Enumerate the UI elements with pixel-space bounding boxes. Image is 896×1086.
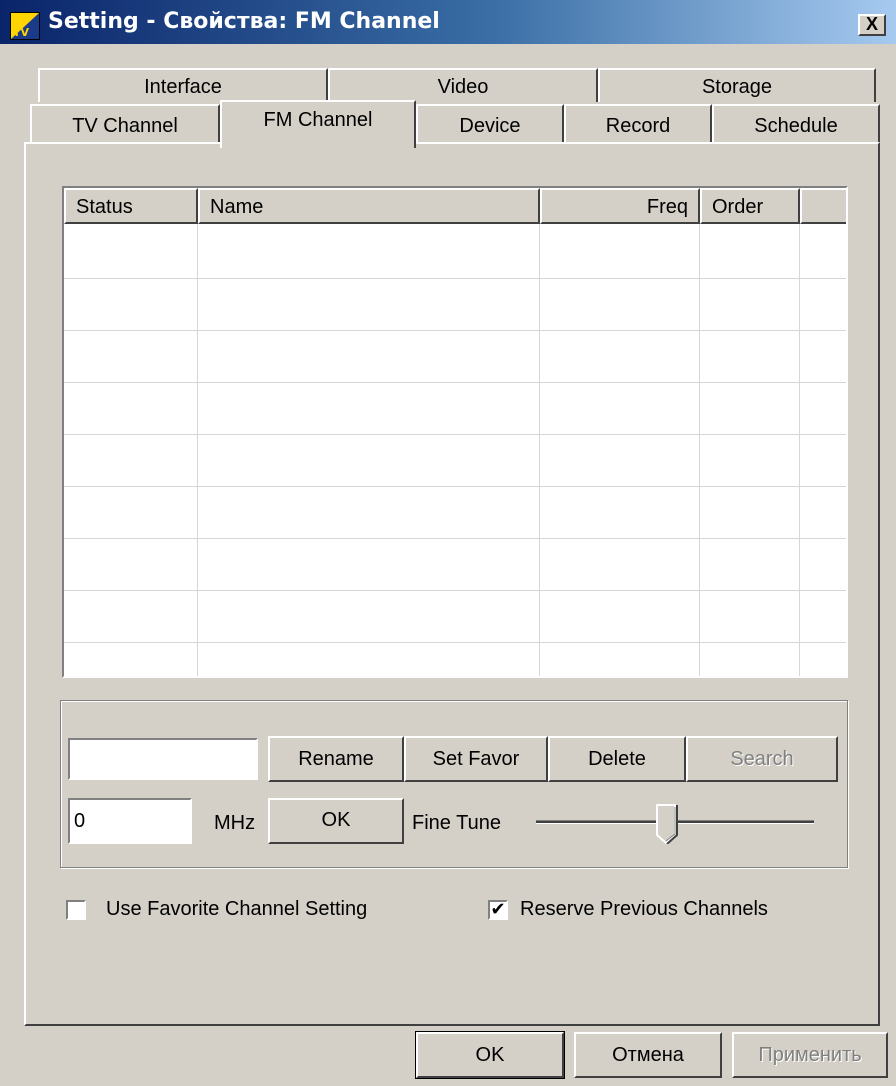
tab-schedule[interactable]: Schedule bbox=[712, 104, 880, 144]
row-divider bbox=[64, 434, 846, 435]
column-divider bbox=[197, 224, 198, 676]
frequency-ok-button[interactable]: OK bbox=[268, 798, 404, 844]
app-tv-icon: TV bbox=[10, 12, 40, 40]
tab-label: Storage bbox=[701, 76, 773, 98]
row-divider bbox=[64, 330, 846, 331]
tab-video[interactable]: Video bbox=[328, 68, 598, 102]
reserve-previous-label: Reserve Previous Channels bbox=[520, 898, 768, 920]
button-label: Применить bbox=[758, 1044, 862, 1066]
column-label: Status bbox=[76, 196, 133, 218]
title-bar[interactable]: TV Setting - Свойства: FM Channel X bbox=[0, 0, 896, 44]
tab-device[interactable]: Device bbox=[416, 104, 564, 144]
button-label: OK bbox=[475, 1044, 505, 1066]
row-divider bbox=[64, 278, 846, 279]
tab-label: Schedule bbox=[754, 115, 838, 137]
cancel-button[interactable]: Отмена bbox=[574, 1032, 722, 1078]
tab-label: FM Channel bbox=[263, 109, 373, 131]
column-label: Order bbox=[712, 196, 764, 218]
button-label: Delete bbox=[588, 748, 646, 770]
tab-tv-channel[interactable]: TV Channel bbox=[30, 104, 220, 144]
frequency-unit-label: MHz bbox=[214, 812, 256, 834]
row-divider bbox=[64, 382, 846, 383]
fine-tune-slider-thumb[interactable] bbox=[656, 804, 678, 844]
tab-interface[interactable]: Interface bbox=[38, 68, 328, 102]
tab-fm-channel[interactable]: FM Channel bbox=[220, 100, 416, 148]
search-button[interactable]: Search bbox=[686, 736, 838, 782]
column-divider bbox=[799, 224, 800, 676]
button-label: Search bbox=[730, 748, 794, 770]
channel-list[interactable]: Status Name Freq Order bbox=[62, 186, 848, 678]
row-divider bbox=[64, 642, 846, 643]
column-label: Name bbox=[210, 196, 264, 218]
column-divider bbox=[699, 224, 700, 676]
row-divider bbox=[64, 486, 846, 487]
tab-record[interactable]: Record bbox=[564, 104, 712, 144]
checkmark-icon: ✔ bbox=[490, 899, 506, 919]
close-button[interactable]: X bbox=[858, 14, 886, 36]
button-label: Rename bbox=[298, 748, 374, 770]
row-divider bbox=[64, 538, 846, 539]
reserve-previous-checkbox[interactable]: ✔ bbox=[488, 900, 508, 920]
apply-button[interactable]: Применить bbox=[732, 1032, 888, 1078]
tab-label: Interface bbox=[144, 76, 222, 98]
fine-tune-label: Fine Tune bbox=[412, 812, 501, 834]
button-label: OK bbox=[321, 809, 351, 831]
tab-storage[interactable]: Storage bbox=[598, 68, 876, 102]
column-header-freq[interactable]: Freq bbox=[540, 188, 700, 224]
column-header-status[interactable]: Status bbox=[64, 188, 198, 224]
column-header-empty[interactable] bbox=[800, 188, 846, 224]
delete-button[interactable]: Delete bbox=[548, 736, 686, 782]
use-favorite-label: Use Favorite Channel Setting bbox=[106, 898, 368, 920]
column-divider bbox=[539, 224, 540, 676]
channel-name-input[interactable] bbox=[68, 738, 258, 780]
rename-button[interactable]: Rename bbox=[268, 736, 404, 782]
tab-label: TV Channel bbox=[72, 115, 178, 137]
row-divider bbox=[64, 590, 846, 591]
tab-label: Device bbox=[459, 115, 521, 137]
ok-button[interactable]: OK bbox=[415, 1031, 565, 1079]
column-header-name[interactable]: Name bbox=[198, 188, 540, 224]
set-favor-button[interactable]: Set Favor bbox=[404, 736, 548, 782]
close-icon: X bbox=[865, 14, 878, 34]
frequency-input[interactable] bbox=[68, 798, 192, 844]
tab-label: Video bbox=[437, 76, 489, 98]
button-label: Отмена bbox=[612, 1044, 684, 1066]
tab-label: Record bbox=[605, 115, 671, 137]
column-header-order[interactable]: Order bbox=[700, 188, 800, 224]
window-title: Setting - Свойства: FM Channel bbox=[48, 9, 440, 34]
use-favorite-checkbox[interactable] bbox=[66, 900, 86, 920]
button-label: Set Favor bbox=[432, 748, 520, 770]
column-label: Freq bbox=[646, 196, 688, 218]
